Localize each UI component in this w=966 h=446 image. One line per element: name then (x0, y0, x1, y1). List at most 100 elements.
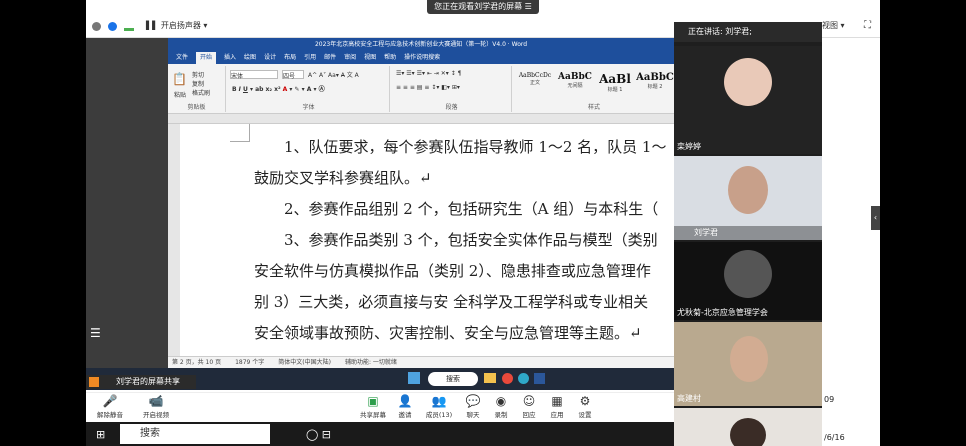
clock-time: 09 (824, 395, 835, 404)
paragraph-group: ☰▾ ☰▾ ☰▾ ⇤ ⇥ ✕▾ ↕ ¶ ≡ ≡ ≡ ▤ ≡ ↕▾ ◧▾ ⊞▾ 段… (392, 66, 512, 112)
tab-tellme[interactable]: 操作说明搜索 (404, 52, 440, 64)
reaction-label: 回应 (522, 411, 536, 419)
list-buttons[interactable]: ☰▾ ☰▾ ☰▾ ⇤ ⇥ ✕▾ ↕ ¶ (396, 70, 461, 77)
style-name: 标题 2 (647, 84, 663, 90)
font-name-select[interactable]: 宋体 (230, 70, 278, 80)
language[interactable]: 简体中文(中国大陆) (278, 357, 331, 368)
video-button[interactable]: 📹 开启视频 (136, 393, 176, 419)
participant-tile[interactable]: 刘学君 (674, 156, 822, 240)
windows-start-icon[interactable]: ⊞ (96, 428, 105, 441)
signal-icon (124, 22, 134, 31)
viewing-banner[interactable]: 您正在观看刘学君的屏幕 ☰ (427, 0, 539, 14)
collapse-panel-icon[interactable]: ‹ (871, 206, 880, 230)
style-heading2[interactable]: AaBbC 标题 2 (636, 72, 674, 102)
participant-tile[interactable]: 栾婷婷 (674, 46, 822, 154)
participant-tile[interactable]: 尤秋菊-北京应急管理学会 (674, 242, 822, 320)
page-count[interactable]: 第 2 页，共 10 页 (172, 357, 221, 368)
left-gutter (0, 0, 86, 446)
tab-view[interactable]: 视图 (364, 52, 376, 64)
style-name: 标题 1 (607, 87, 623, 93)
video-icon: 📹 (148, 394, 164, 408)
word-count[interactable]: 1879 个字 (235, 357, 264, 368)
format-painter-button[interactable]: 格式刷 (192, 88, 210, 97)
invite-icon: 👤 (397, 394, 413, 408)
tab-draw[interactable]: 绘图 (244, 52, 256, 64)
windows-search-label: 搜索 (140, 428, 160, 439)
tab-layout[interactable]: 布局 (284, 52, 296, 64)
font-size-icons[interactable]: A^ A˅ Aa▾ A̶ 文 A (308, 70, 359, 79)
windows-search-box[interactable]: 搜索 (120, 424, 270, 444)
window-controls[interactable]: — ◱ ✕ (840, 5, 874, 15)
record-icon: ◉ (495, 394, 507, 408)
align-buttons[interactable]: ≡ ≡ ≡ ▤ ≡ ↕▾ ◧▾ ⊞▾ (396, 84, 460, 91)
tab-file[interactable]: 文件 (176, 52, 188, 64)
view-button[interactable]: 视图 ▾ (822, 14, 845, 38)
share-status-icon (89, 377, 99, 387)
ruler[interactable] (168, 114, 674, 124)
task-view-icon[interactable]: ◯ ⊟ (306, 428, 331, 441)
tab-mailings[interactable]: 邮件 (324, 52, 336, 64)
settings-button[interactable]: ⚙ 设置 (572, 393, 598, 419)
participant-tile[interactable]: 高建村 (674, 322, 822, 406)
paste-icon[interactable]: 📋 (172, 72, 187, 86)
speaker-button[interactable]: ▌▌ 开启扬声器 ▾ (146, 14, 207, 38)
document-body[interactable]: 1、队伍要求，每个参赛队伍指导教师 1～2 名，队员 1～ 鼓励交叉学科参赛组队… (254, 132, 694, 349)
tab-review[interactable]: 审阅 (344, 52, 356, 64)
accessibility[interactable]: 辅助功能: 一切就绪 (345, 357, 397, 368)
share-screen-button[interactable]: ▣ 共享屏幕 (356, 393, 390, 419)
word-window: 2023年北京高校安全工程与应急技术创新创业大赛通知（第一轮）V4.0 · Wo… (168, 38, 674, 382)
styles-label: 样式 (587, 104, 600, 111)
font-size-select[interactable]: 四号 (282, 70, 304, 80)
tab-insert[interactable]: 插入 (224, 52, 236, 64)
participants-panel: 栾婷婷 刘学君 尤秋菊-北京应急管理学会 高建村 (674, 22, 822, 446)
tab-home[interactable]: 开始 (196, 52, 217, 64)
style-normal[interactable]: AaBbCcDc 正文 (516, 72, 554, 102)
style-heading1[interactable]: AaBl 标题 1 (596, 72, 634, 102)
shield-icon[interactable] (108, 22, 117, 31)
participant-name: 刘学君 (694, 228, 718, 237)
chrome-icon (502, 373, 513, 384)
clipboard-label: 剪贴板 (187, 104, 206, 111)
share-screen-icon: ▣ (367, 394, 379, 408)
system-clock: 09 /6/16 (822, 395, 880, 446)
document-page[interactable]: 1、队伍要求，每个参赛队伍指导教师 1～2 名，队员 1～ 鼓励交叉学科参赛组队… (180, 124, 674, 382)
members-button[interactable]: 👥 成员(13) (420, 393, 458, 419)
participant-tile[interactable] (674, 408, 822, 446)
chat-button[interactable]: 💬 聊天 (460, 393, 486, 419)
video-label: 开启视频 (143, 411, 169, 419)
paste-label[interactable]: 粘贴 (174, 90, 186, 99)
format-buttons[interactable]: B I U ▾ ab x₂ x² A ▾ ✎ ▾ A ▾ Ⓐ (232, 84, 325, 93)
word-icon (534, 373, 545, 384)
windows-taskbar: ⊞ 搜索 ◯ ⊟ (86, 422, 674, 446)
avatar (730, 418, 766, 446)
participant-name: 尤秋菊-北京应急管理学会 (677, 308, 768, 317)
doc-line: 别 3）三大类，必须直接与安 全科学及工程学科或专业相关 (254, 293, 649, 311)
font-group: 宋体 四号 A^ A˅ Aa▾ A̶ 文 A B I U ▾ ab x₂ x² … (228, 66, 390, 112)
copy-button[interactable]: 复制 (192, 79, 204, 88)
apps-icon: ▦ (551, 394, 563, 408)
fullscreen-icon[interactable]: ⛶ (864, 14, 871, 38)
paragraph-label: 段落 (445, 104, 458, 111)
info-icon[interactable] (92, 22, 101, 31)
style-preview: AaBbCcDc (518, 72, 552, 79)
reaction-button[interactable]: ☺ 回应 (516, 393, 542, 419)
avatar (730, 336, 768, 382)
screen-share-label: 刘学君的屏幕共享 (86, 375, 196, 389)
members-icon: 👥 (431, 394, 447, 408)
speaker-label: 开启扬声器 (160, 21, 201, 30)
view-label: 视图 (822, 21, 838, 30)
apps-button[interactable]: ▦ 应用 (544, 393, 570, 419)
tab-help[interactable]: 帮助 (384, 52, 396, 64)
tab-references[interactable]: 引用 (304, 52, 316, 64)
cut-button[interactable]: 剪切 (192, 70, 204, 79)
tab-design[interactable]: 设计 (264, 52, 276, 64)
doc-line: 安全领域事故预防、灾害控制、安全与应急管理等主题。↵ (254, 324, 642, 342)
record-button[interactable]: ◉ 录制 (488, 393, 514, 419)
mic-button[interactable]: 🎤 解除静音 (90, 393, 130, 419)
doc-line: 2、参赛作品组别 2 个，包括研究生（A 组）与本科生（ (254, 200, 659, 218)
menu-icon[interactable]: ☰ (90, 326, 101, 340)
style-nospacing[interactable]: AaBbC 无间隔 (556, 72, 594, 102)
invite-button[interactable]: 👤 邀请 (392, 393, 418, 419)
style-name: 无间隔 (567, 83, 583, 89)
clipboard-group: 📋 粘贴 剪切 复制 格式刷 剪贴板 (168, 66, 226, 112)
